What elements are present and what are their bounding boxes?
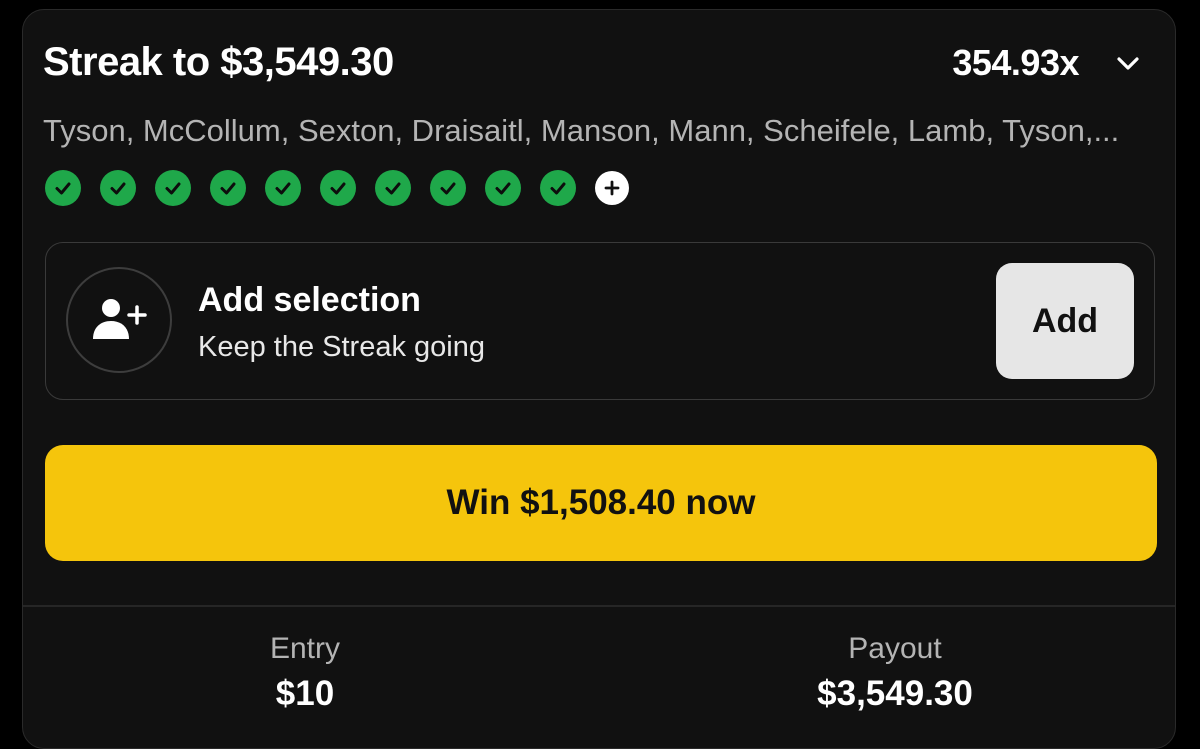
leg-check-icon [155, 170, 191, 206]
multiplier-value: 354.93x [952, 42, 1079, 83]
payout-label: Payout [848, 632, 942, 665]
entry-label: Entry [269, 632, 341, 665]
leg-check-icon [265, 170, 301, 206]
add-selection-title: Add selection [198, 281, 421, 319]
add-button[interactable]: Add [996, 263, 1134, 379]
leg-check-icon [430, 170, 466, 206]
streak-title: Streak to $3,549.30 [43, 40, 394, 84]
add-selection-panel: Add selection Keep the Streak going Add [45, 242, 1155, 400]
cash-out-button[interactable]: Win $1,508.40 now [45, 445, 1157, 561]
leg-check-icon [210, 170, 246, 206]
leg-check-icon [375, 170, 411, 206]
add-leg-plus-icon[interactable] [595, 171, 629, 205]
leg-check-icon [100, 170, 136, 206]
leg-check-icon [485, 170, 521, 206]
footer-divider [23, 605, 1175, 607]
player-list: Tyson, McCollum, Sexton, Draisaitl, Mans… [43, 113, 1120, 148]
entry-stat: Entry $10 [155, 632, 455, 714]
payout-value: $3,549.30 [817, 674, 973, 713]
entry-value: $10 [275, 674, 335, 713]
leg-check-icon [540, 170, 576, 206]
payout-stat: Payout $3,549.30 [745, 632, 1045, 714]
leg-check-icon [320, 170, 356, 206]
streak-legs [45, 170, 629, 206]
leg-check-icon [45, 170, 81, 206]
chevron-down-icon[interactable] [1113, 48, 1143, 78]
add-selection-subtitle: Keep the Streak going [198, 331, 485, 363]
streak-card: Streak to $3,549.30 354.93x Tyson, McCol… [22, 9, 1176, 749]
add-user-icon [66, 267, 172, 373]
streak-header: Streak to $3,549.30 354.93x [43, 40, 1155, 84]
